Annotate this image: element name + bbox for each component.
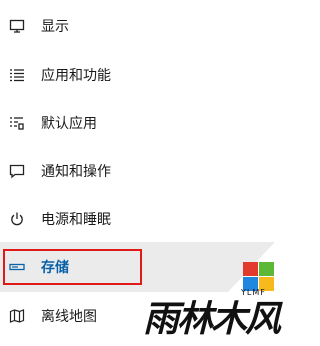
default-apps-icon	[8, 114, 26, 132]
nav-item-label: 存储	[41, 260, 69, 276]
nav-item-label: 通知和操作	[41, 164, 111, 180]
apps-list-icon	[8, 66, 26, 84]
storage-drive-icon	[8, 258, 26, 276]
offline-map-icon	[8, 307, 26, 325]
power-icon	[8, 210, 26, 228]
nav-item-label: 显示	[41, 19, 69, 35]
nav-item-apps-features[interactable]: 应用和功能	[0, 51, 299, 99]
nav-item-label: 离线地图	[41, 309, 97, 325]
nav-item-label: 电源和睡眠	[41, 212, 111, 228]
nav-item-notifications[interactable]: 通知和操作	[0, 147, 299, 195]
nav-item-default-apps[interactable]: 默认应用	[0, 99, 299, 147]
nav-item-label: 默认应用	[41, 116, 97, 132]
nav-item-display[interactable]: 显示	[0, 2, 299, 50]
display-icon	[8, 17, 26, 35]
watermark-brand: 雨林木风	[143, 298, 281, 340]
watermark-logo: YLMF 雨林木风	[143, 262, 293, 342]
nav-item-power-sleep[interactable]: 电源和睡眠	[0, 195, 299, 243]
nav-item-label: 应用和功能	[41, 68, 111, 84]
notification-icon	[8, 162, 26, 180]
